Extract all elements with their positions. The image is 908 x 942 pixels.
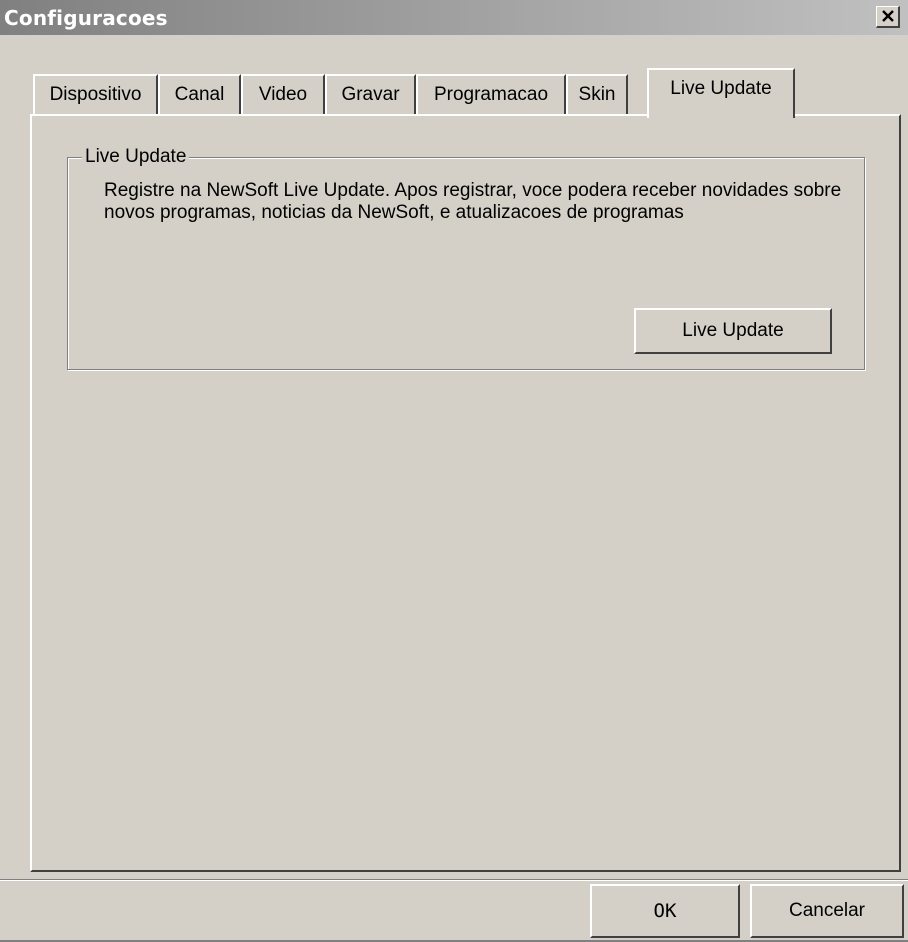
cancel-button[interactable]: Cancelar xyxy=(750,884,904,938)
tab-label: Live Update xyxy=(670,78,772,99)
button-label: Live Update xyxy=(682,320,784,341)
tab-label: Gravar xyxy=(341,84,400,105)
tab-label: Skin xyxy=(578,84,616,105)
tab-gravar[interactable]: Gravar xyxy=(325,74,416,114)
close-button[interactable] xyxy=(876,6,900,28)
tab-label: Dispositivo xyxy=(49,84,142,105)
title-bar[interactable]: Configuracoes xyxy=(0,0,908,35)
live-update-description: Registre na NewSoft Live Update. Apos re… xyxy=(104,180,842,223)
tab-label: Video xyxy=(258,84,308,105)
tab-canal[interactable]: Canal xyxy=(158,74,241,114)
tab-label: Canal xyxy=(174,84,225,105)
live-update-button[interactable]: Live Update xyxy=(634,308,832,354)
ok-button[interactable]: OK xyxy=(590,884,740,938)
tab-dispositivo[interactable]: Dispositivo xyxy=(33,74,158,114)
button-label: Cancelar xyxy=(788,900,866,921)
groupbox-legend: Live Update xyxy=(82,146,190,168)
window-title: Configuracoes xyxy=(4,6,168,30)
tab-skin[interactable]: Skin xyxy=(566,74,628,114)
tab-live-update[interactable]: Live Update xyxy=(647,68,795,118)
tab-label: Programacao xyxy=(433,84,549,105)
footer-separator-highlight xyxy=(0,880,908,881)
tab-video[interactable]: Video xyxy=(241,74,325,114)
button-label: OK xyxy=(653,900,677,922)
tab-programacao[interactable]: Programacao xyxy=(416,74,566,114)
configuracoes-dialog: Configuracoes Dispositivo Canal Video Gr… xyxy=(0,0,908,942)
close-icon xyxy=(881,10,894,22)
